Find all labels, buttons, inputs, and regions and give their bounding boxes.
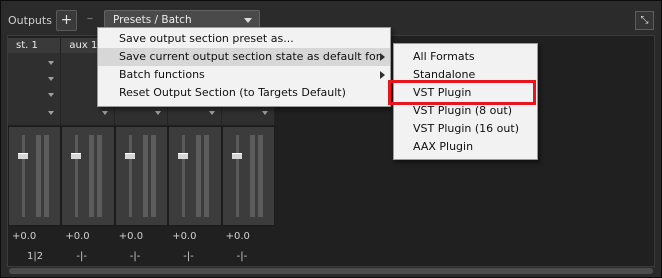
volume-value[interactable]: +0.0	[12, 231, 36, 242]
level-meter-left	[249, 135, 255, 217]
chevron-down-icon[interactable]	[48, 61, 55, 65]
level-meter-right	[204, 135, 210, 217]
menu-item-reset-output[interactable]: Reset Output Section (to Targets Default…	[98, 84, 390, 102]
volume-value[interactable]: +0.0	[226, 231, 250, 242]
chevron-down-icon	[244, 18, 252, 23]
menu-item-save-default[interactable]: Save current output section state as def…	[98, 48, 390, 66]
submenu-item-all-formats[interactable]: All Formats	[394, 48, 537, 66]
collapse-icon[interactable]: ⤡	[635, 11, 654, 30]
chevron-down-icon[interactable]	[48, 93, 55, 97]
outputs-title: Outputs	[8, 14, 52, 27]
remove-channel-button[interactable]: –	[84, 10, 96, 29]
fader-track[interactable]	[22, 135, 25, 217]
output-routing[interactable]: -|-	[76, 251, 87, 262]
level-meter-left	[196, 135, 202, 217]
chevron-down-icon[interactable]	[261, 111, 268, 115]
output-routing[interactable]: -|-	[130, 251, 141, 262]
fader-track[interactable]	[182, 135, 186, 217]
volume-value[interactable]: +0.0	[172, 231, 196, 242]
chevron-right-icon	[380, 71, 385, 79]
fader-handle[interactable]	[231, 153, 242, 160]
level-meter-right	[44, 135, 49, 217]
submenu-item-aax-plugin[interactable]: AAX Plugin	[394, 138, 537, 156]
channel-fader-strip	[114, 126, 169, 226]
channel-fader-strip	[221, 126, 275, 226]
level-meter-left	[89, 135, 95, 217]
fader-track[interactable]	[128, 135, 132, 217]
fader-handle[interactable]	[178, 153, 189, 160]
output-routing[interactable]: -|-	[237, 251, 248, 262]
chevron-down-icon[interactable]	[101, 111, 108, 115]
chevron-down-icon[interactable]	[155, 111, 162, 115]
add-channel-button[interactable]: +	[56, 10, 77, 31]
fader-handle[interactable]	[18, 153, 28, 160]
vst-plugin-highlight-box	[388, 80, 536, 105]
fader-handle[interactable]	[124, 153, 135, 160]
output-routing[interactable]: 1|2	[27, 251, 43, 262]
volume-value[interactable]: +0.0	[65, 231, 89, 242]
chevron-right-icon	[380, 53, 385, 61]
channel-fader-strip	[61, 126, 115, 226]
menu-item-label: Reset Output Section (to Targets Default…	[119, 86, 346, 99]
level-meter-left	[36, 135, 41, 217]
fader-track[interactable]	[75, 135, 79, 217]
volume-value[interactable]: +0.0	[119, 231, 143, 242]
level-meter-right	[257, 135, 263, 217]
fader-track[interactable]	[235, 135, 239, 217]
chevron-down-icon[interactable]	[208, 111, 215, 115]
chevron-down-icon[interactable]	[48, 111, 55, 115]
channel-settings	[8, 53, 62, 125]
channel-fader-strip	[8, 126, 62, 226]
fader-handle[interactable]	[71, 153, 82, 160]
channel-fader-strip	[168, 126, 222, 226]
menu-item-save-preset[interactable]: Save output section preset as...	[98, 30, 390, 48]
horizontal-scrollbar[interactable]	[9, 268, 653, 274]
menu-item-label: Batch functions	[119, 68, 205, 81]
submenu-item-vst-plugin-16[interactable]: VST Plugin (16 out)	[394, 120, 537, 138]
level-meter-left	[142, 135, 148, 217]
level-meter-right	[150, 135, 156, 217]
menu-item-label: Save current output section state as def…	[119, 50, 381, 63]
channel-name[interactable]: st. 1	[8, 38, 61, 53]
chevron-down-icon[interactable]	[48, 77, 55, 81]
menu-item-label: Save output section preset as...	[119, 32, 294, 45]
level-meter-right	[97, 135, 103, 217]
scrollbar-thumb[interactable]	[9, 268, 653, 274]
menu-item-batch-functions[interactable]: Batch functions	[98, 66, 390, 84]
presets-menu: Save output section preset as... Save cu…	[97, 27, 391, 107]
output-routing[interactable]: -|-	[183, 251, 194, 262]
